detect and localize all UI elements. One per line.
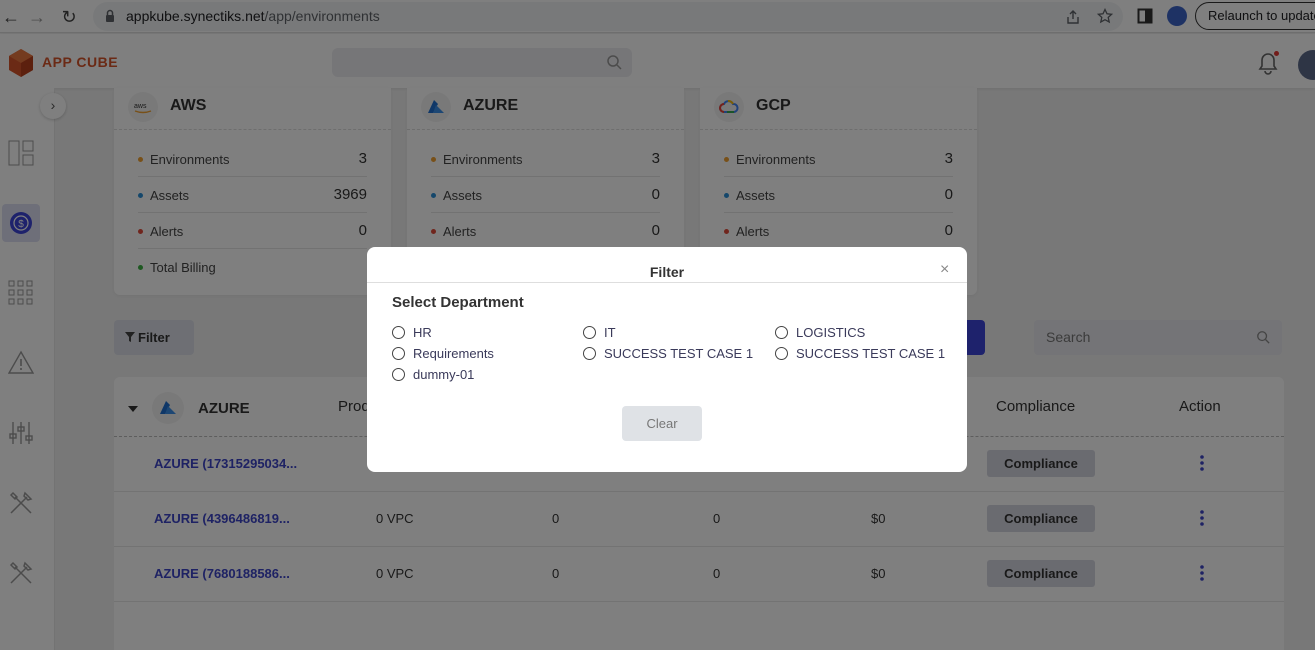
option-label: dummy-01 — [413, 366, 475, 382]
department-option-logistics[interactable]: LOGISTICS — [775, 323, 865, 341]
department-option-hr[interactable]: HR — [392, 323, 432, 341]
option-label: LOGISTICS — [796, 324, 866, 340]
filter-modal: Filter × Select Department HR IT LOGISTI… — [367, 247, 967, 472]
department-option-success-test-case-1[interactable]: SUCCESS TEST CASE 1 — [583, 344, 753, 362]
radio-button[interactable] — [775, 325, 788, 339]
department-option-requirements[interactable]: Requirements — [392, 344, 494, 362]
department-heading: Select Department — [392, 294, 524, 311]
option-label: SUCCESS TEST CASE 1 — [796, 345, 946, 361]
modal-title: Filter — [649, 264, 685, 280]
radio-button[interactable] — [392, 325, 405, 339]
clear-button[interactable]: Clear — [622, 406, 702, 441]
divider — [367, 282, 967, 283]
option-label: SUCCESS TEST CASE 1 — [604, 345, 754, 361]
option-label: HR — [413, 324, 432, 340]
option-label: IT — [604, 324, 616, 340]
radio-button[interactable] — [775, 346, 788, 360]
option-label: Requirements — [413, 345, 494, 361]
department-option-success-test-case-1-b[interactable]: SUCCESS TEST CASE 1 — [775, 344, 945, 362]
department-option-it[interactable]: IT — [583, 323, 616, 341]
close-icon[interactable]: × — [940, 261, 949, 279]
radio-button[interactable] — [392, 367, 405, 381]
department-option-dummy-01[interactable]: dummy-01 — [392, 365, 474, 383]
radio-button[interactable] — [583, 325, 596, 339]
radio-button[interactable] — [392, 346, 405, 360]
radio-button[interactable] — [583, 346, 596, 360]
